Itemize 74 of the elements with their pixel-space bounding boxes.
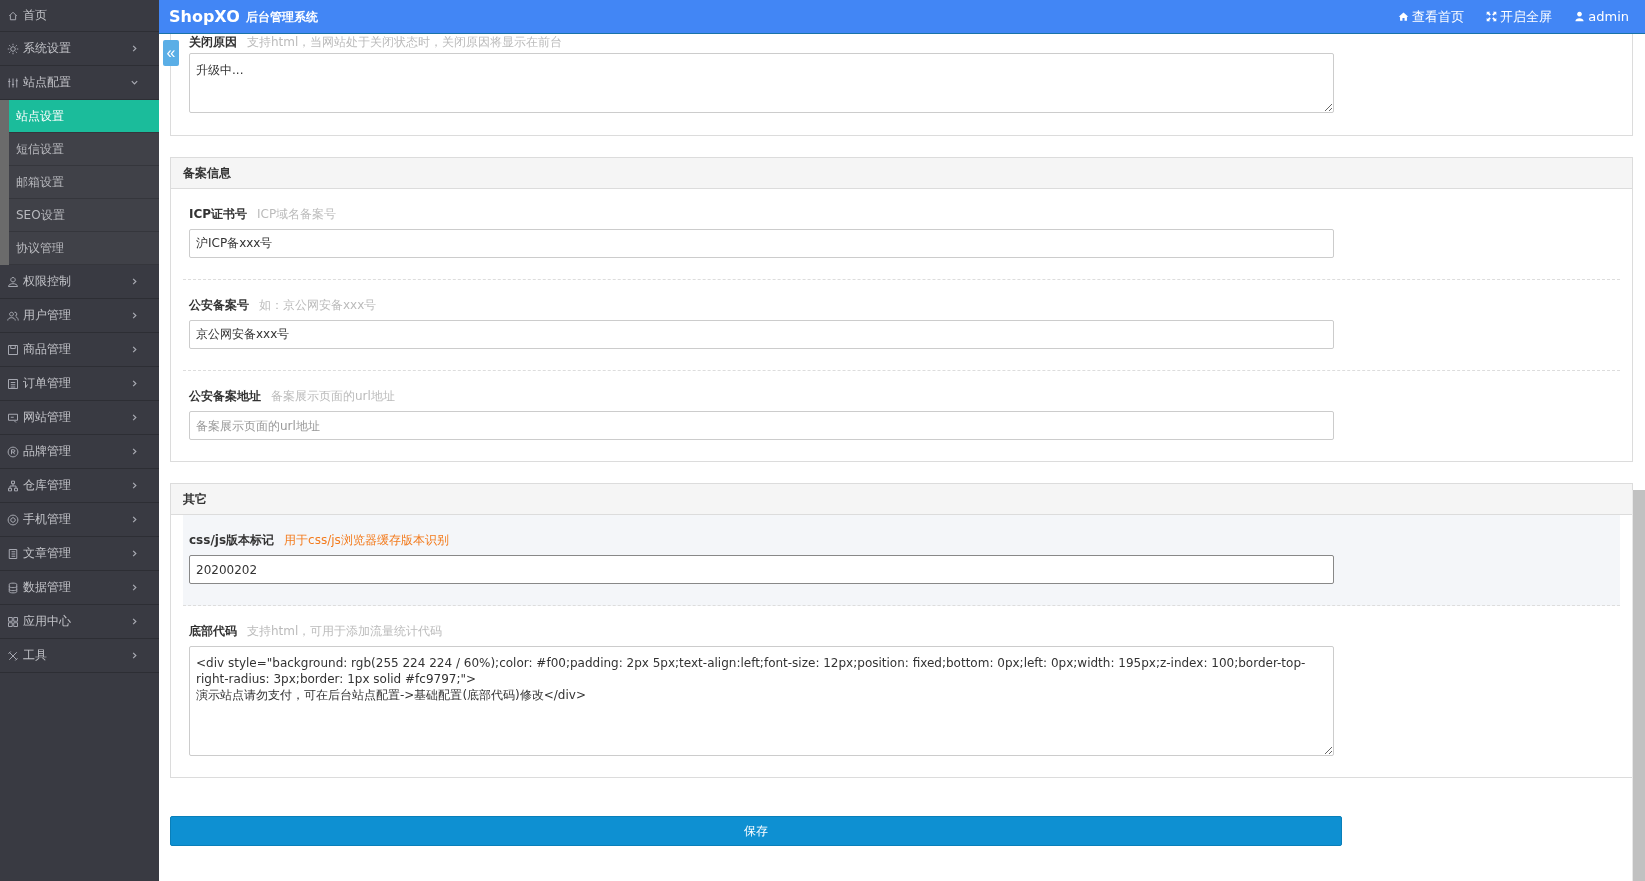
user-icon <box>1574 11 1586 22</box>
sidebar-item[interactable]: 应用中心 <box>0 605 159 639</box>
field-label: 公安备案地址 <box>189 388 261 405</box>
save-button[interactable]: 保存 <box>170 816 1342 846</box>
input-field[interactable]: 备案展示页面的url地址 <box>189 411 1334 440</box>
registered-icon <box>7 445 19 458</box>
field-label: css/js版本标记 <box>189 532 275 549</box>
database-icon <box>7 581 19 594</box>
scrollbar-thumb[interactable] <box>1632 490 1645 881</box>
sidebar-item[interactable]: 数据管理 <box>0 571 159 605</box>
system-title: 后台管理系统 <box>245 9 318 26</box>
sidebar-item[interactable]: 商品管理 <box>0 333 159 367</box>
field-hint: 支持html，当网站处于关闭状态时，关闭原因将显示在前台 <box>247 34 563 51</box>
panel-header: 备案信息 <box>171 158 1632 189</box>
chevron-right-icon <box>130 345 139 354</box>
input-field[interactable]: 沪ICP备xxx号 <box>189 229 1334 258</box>
user-icon <box>7 275 19 288</box>
tools-icon <box>7 649 19 662</box>
chevron-right-icon <box>130 481 139 490</box>
sidebar-item[interactable]: 品牌管理 <box>0 435 159 469</box>
sidebar-item[interactable]: 工具 <box>0 639 159 673</box>
field-label: 关闭原因 <box>189 34 237 51</box>
field-label: 底部代码 <box>189 623 237 640</box>
list-icon <box>7 377 19 390</box>
chevron-right-icon <box>130 413 139 422</box>
chevron-right-icon <box>130 583 139 592</box>
textarea-field[interactable]: 升级中... <box>189 53 1334 113</box>
field-label: ICP证书号 <box>189 206 248 223</box>
users-icon <box>7 309 19 322</box>
gear-icon <box>7 42 19 55</box>
sidebar-item[interactable]: 订单管理 <box>0 367 159 401</box>
sidebar-item[interactable]: 文章管理 <box>0 537 159 571</box>
chevron-right-icon <box>130 44 139 53</box>
chevron-right-icon <box>130 651 139 660</box>
submenu-item[interactable]: SEO设置 <box>9 199 159 232</box>
chevron-down-icon <box>130 78 139 87</box>
chevron-right-icon <box>130 311 139 320</box>
field-hint: 用于css/js浏览器缓存版本识别 <box>284 532 449 549</box>
home-icon <box>1398 11 1410 22</box>
book-icon <box>7 547 19 560</box>
sliders-icon <box>7 76 19 89</box>
expand-icon <box>1486 11 1498 22</box>
bag-icon <box>7 343 19 356</box>
field-hint: 备案展示页面的url地址 <box>271 388 395 405</box>
input-field[interactable]: 京公网安备xxx号 <box>189 320 1334 349</box>
apps-icon <box>7 615 19 628</box>
submenu-item[interactable]: 短信设置 <box>9 133 159 166</box>
field-label: 公安备案号 <box>189 297 249 314</box>
submenu-item[interactable]: 协议管理 <box>9 232 159 265</box>
sitemap-icon <box>7 479 19 492</box>
chevron-right-icon <box>130 549 139 558</box>
header-link[interactable]: 开启全屏 <box>1486 7 1553 26</box>
header-link[interactable]: admin <box>1574 7 1629 26</box>
sidebar-item[interactable]: 系统设置 <box>0 32 159 66</box>
panel-header: 其它 <box>171 484 1632 515</box>
chevron-right-icon <box>130 515 139 524</box>
chevron-right-icon <box>130 277 139 286</box>
sidebar-item[interactable]: 权限控制 <box>0 265 159 299</box>
sidebar-item[interactable]: 用户管理 <box>0 299 159 333</box>
input-field[interactable]: 20200202 <box>189 555 1334 584</box>
field-hint: 如：京公网安备xxx号 <box>259 297 377 314</box>
header-link[interactable]: 查看首页 <box>1398 7 1465 26</box>
chevron-right-icon <box>130 379 139 388</box>
chevron-right-icon <box>130 447 139 456</box>
home-icon <box>7 9 19 22</box>
sidebar-item[interactable]: 网站管理 <box>0 401 159 435</box>
field-hint: 支持html，可用于添加流量统计代码 <box>247 623 443 640</box>
field-hint: ICP域名备案号 <box>257 206 337 223</box>
textarea-field[interactable]: <div style="background: rgb(255 224 224 / 60%);color: #f00;padding: 2px 5px;text-align:left;font-size: 12px;position: fixed;bottom: 0px;left: 0px;width: 195px;z-index: 100;border-top-right-radius: 3px;border: 1px solid #fc9797;"> 演示站点请勿支付，可在后台站点配置->基础配置(底部代码)修改</div> <box>189 646 1334 756</box>
logo: ShopXO <box>169 7 240 26</box>
chevron-right-icon <box>130 617 139 626</box>
sidebar-item[interactable]: 仓库管理 <box>0 469 159 503</box>
sidebar-item[interactable]: 手机管理 <box>0 503 159 537</box>
submenu-item[interactable]: 邮箱设置 <box>9 166 159 199</box>
